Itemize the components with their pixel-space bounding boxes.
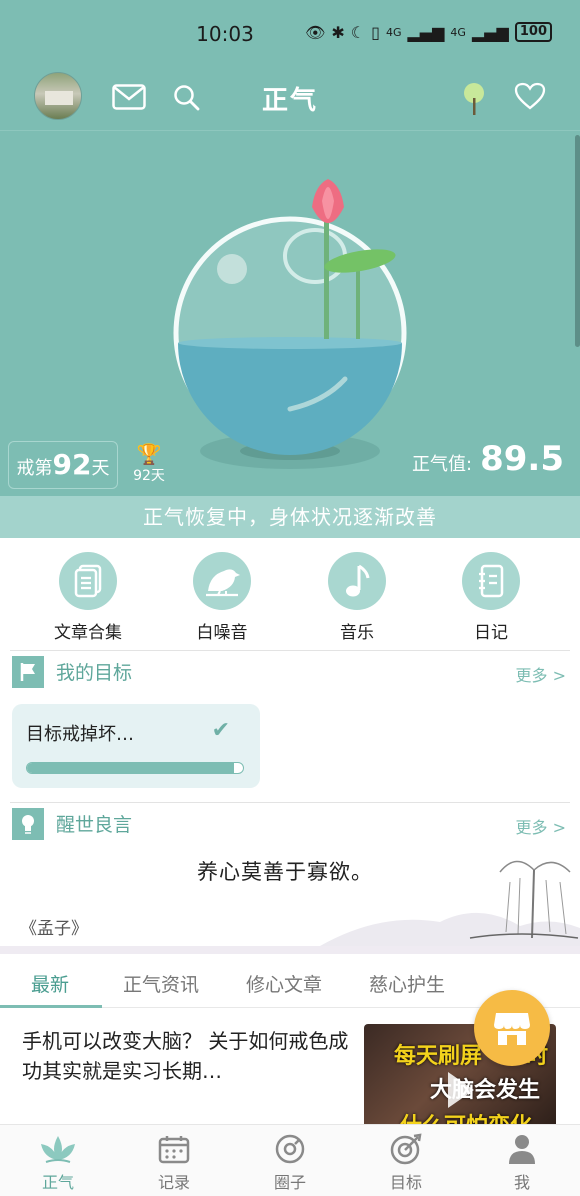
nav-item-records[interactable]: 记录 [134, 1131, 214, 1193]
quote-source: 《孟子》 [20, 919, 88, 939]
tab-news[interactable]: 正气资讯 [123, 970, 199, 997]
network-label-2: 4G [450, 25, 466, 39]
quick-item-label: 白噪音 [196, 623, 248, 643]
quote-section-header: 醒世良言 更多 > [0, 804, 580, 844]
quick-item-diary[interactable]: 日记 [431, 552, 551, 643]
bluetooth-icon: ✱ [331, 22, 345, 42]
quit-prefix: 戒第 [16, 458, 53, 479]
document-icon [74, 564, 102, 598]
thumb-text-3: 什么可怕变化 [400, 1108, 532, 1124]
lotus-bowl-illustration [173, 179, 407, 469]
goals-section-header: 我的目标 更多 > [0, 652, 580, 692]
quit-days-counter[interactable]: 戒第 92 天 [8, 441, 118, 489]
shop-fab-button[interactable] [474, 990, 550, 1066]
energy-value: 89.5 [480, 439, 564, 479]
active-tab-indicator [0, 1005, 102, 1008]
nav-label: 正气 [41, 1173, 74, 1192]
target-icon [390, 1133, 422, 1165]
play-icon[interactable] [448, 1072, 474, 1108]
battery-icon: 100 [514, 22, 552, 42]
quick-item-label: 音乐 [340, 623, 374, 643]
nav-item-circle[interactable]: 圈子 [250, 1131, 330, 1193]
trophy-badge[interactable]: 🏆 92天 [132, 443, 166, 485]
article-title: 手机可以改变大脑？ 关于如何戒色成功其实就是实习长期… [22, 1029, 349, 1083]
tab-latest[interactable]: 最新 [31, 970, 69, 997]
quit-suffix: 天 [91, 458, 110, 479]
thumb-text-2: 大脑会发生 [430, 1078, 541, 1103]
energy-score: 正气值: 89.5 [412, 439, 564, 479]
app-bar: 正气 [0, 66, 580, 130]
nav-label: 圈子 [273, 1173, 306, 1192]
trophy-icon: 🏆 [136, 442, 162, 466]
goal-progress-bar [26, 762, 244, 774]
signal-icon-2: ▂▄▆ [471, 22, 509, 42]
music-note-icon [346, 564, 370, 597]
tab-compassion[interactable]: 慈心护生 [369, 970, 445, 997]
nav-item-me[interactable]: 我 [482, 1131, 562, 1193]
network-label-1: 4G [385, 25, 402, 39]
quick-item-music[interactable]: 音乐 [297, 552, 417, 643]
check-icon[interactable]: ✔ [212, 718, 230, 743]
status-icons: 👁 ✱ ☾ ▯ 4G ▂▄▆ 4G ▂▄▆ 100 [305, 22, 552, 42]
recovery-status-text: 正气恢复中，身体状况逐渐改善 [0, 496, 580, 538]
person-icon [509, 1135, 535, 1164]
flag-icon [12, 656, 44, 688]
goal-card[interactable]: 目标戒掉坏… ✔ [12, 704, 260, 788]
bottom-nav: 正气 记录 圈子 目标 我 [0, 1124, 580, 1196]
bird-icon [206, 569, 240, 597]
notebook-icon [479, 564, 504, 598]
quote-more-link[interactable]: 更多 > [516, 814, 567, 838]
divider [10, 802, 570, 803]
goals-more-link[interactable]: 更多 > [516, 662, 567, 686]
page-title: 正气 [261, 86, 318, 116]
goal-text: 目标戒掉坏… [26, 724, 134, 745]
moon-icon: ☾ [350, 22, 366, 42]
nav-item-home[interactable]: 正气 [18, 1131, 98, 1193]
quote-card[interactable]: 养心莫善于寡欲。 《孟子》 [0, 842, 580, 946]
section-separator [0, 946, 580, 954]
tree-icon[interactable] [462, 82, 486, 116]
quick-menu: 文章合集 白噪音 音乐 日记 [0, 538, 580, 650]
circle-icon [275, 1134, 305, 1164]
nav-label: 记录 [157, 1173, 190, 1192]
quick-item-articles[interactable]: 文章合集 [28, 552, 148, 643]
calendar-icon [158, 1136, 190, 1164]
heart-icon[interactable] [514, 82, 546, 110]
quick-item-white-noise[interactable]: 白噪音 [162, 552, 282, 643]
vibrate-icon: ▯ [371, 22, 380, 42]
nav-label: 目标 [389, 1173, 422, 1192]
lightbulb-icon [12, 808, 44, 840]
nav-item-goals[interactable]: 目标 [366, 1131, 446, 1193]
landscape-illustration [320, 860, 580, 946]
tab-articles[interactable]: 修心文章 [246, 970, 322, 997]
eye-icon: 👁 [305, 22, 326, 42]
trophy-days: 92天 [133, 468, 165, 484]
lotus-icon [41, 1136, 75, 1163]
status-bar: 10:03 👁 ✱ ☾ ▯ 4G ▂▄▆ 4G ▂▄▆ 100 [0, 0, 580, 66]
hero-panel: 戒第 92 天 🏆 92天 正气值: 89.5 [0, 130, 580, 496]
nav-label: 我 [513, 1173, 530, 1192]
signal-icon: ▂▄▆ [407, 22, 445, 42]
quit-days-value: 92 [52, 448, 92, 481]
scrollbar[interactable] [575, 135, 580, 347]
divider [10, 650, 570, 651]
goals-title: 我的目标 [56, 662, 133, 684]
shop-icon [494, 1013, 530, 1045]
quote-title: 醒世良言 [56, 814, 133, 836]
quick-item-label: 文章合集 [54, 623, 122, 643]
quick-item-label: 日记 [474, 623, 508, 643]
energy-label: 正气值: [412, 454, 473, 475]
